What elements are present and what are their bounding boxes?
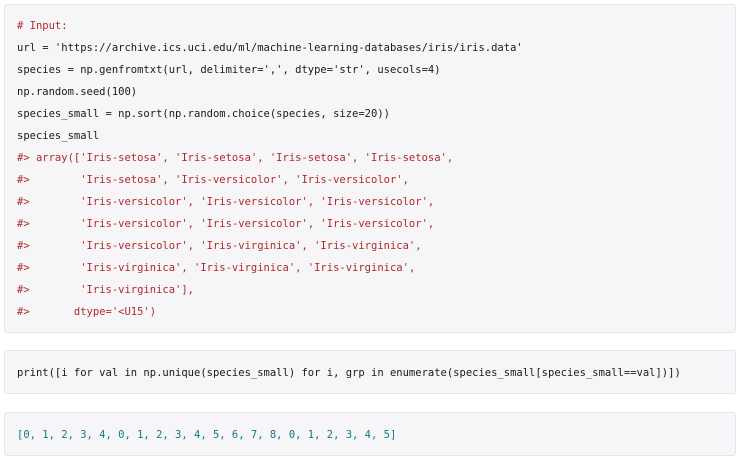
- code-line-url: url = 'https://archive.ics.uci.edu/ml/ma…: [17, 42, 523, 54]
- code-line-sort: species_small = np.sort(np.random.choice…: [17, 108, 390, 120]
- code-block-input: # Input: url = 'https://archive.ics.uci.…: [4, 4, 736, 333]
- output-line-result: [0, 1, 2, 3, 4, 0, 1, 2, 3, 4, 5, 6, 7, …: [17, 429, 397, 441]
- output-line: #> 'Iris-versicolor', 'Iris-virginica', …: [17, 240, 422, 252]
- code-block-print: print([i for val in np.unique(species_sm…: [4, 350, 736, 394]
- code-line-comment: # Input:: [17, 20, 68, 32]
- code-line-print: print([i for val in np.unique(species_sm…: [17, 367, 681, 379]
- output-line: #> 'Iris-virginica'],: [17, 284, 195, 296]
- code-line-genfromtxt: species = np.genfromtxt(url, delimiter='…: [17, 64, 441, 76]
- output-line: #> 'Iris-setosa', 'Iris-versicolor', 'Ir…: [17, 174, 409, 186]
- code-line-species-small: species_small: [17, 130, 100, 142]
- output-line: #> array(['Iris-setosa', 'Iris-setosa', …: [17, 152, 454, 164]
- output-line: #> 'Iris-virginica', 'Iris-virginica', '…: [17, 262, 416, 274]
- output-line: #> 'Iris-versicolor', 'Iris-versicolor',…: [17, 218, 435, 230]
- code-block-output: [0, 1, 2, 3, 4, 0, 1, 2, 3, 4, 5, 6, 7, …: [4, 412, 736, 456]
- output-line: #> 'Iris-versicolor', 'Iris-versicolor',…: [17, 196, 435, 208]
- output-line: #> dtype='<U15'): [17, 306, 157, 318]
- code-line-seed: np.random.seed(100): [17, 86, 138, 98]
